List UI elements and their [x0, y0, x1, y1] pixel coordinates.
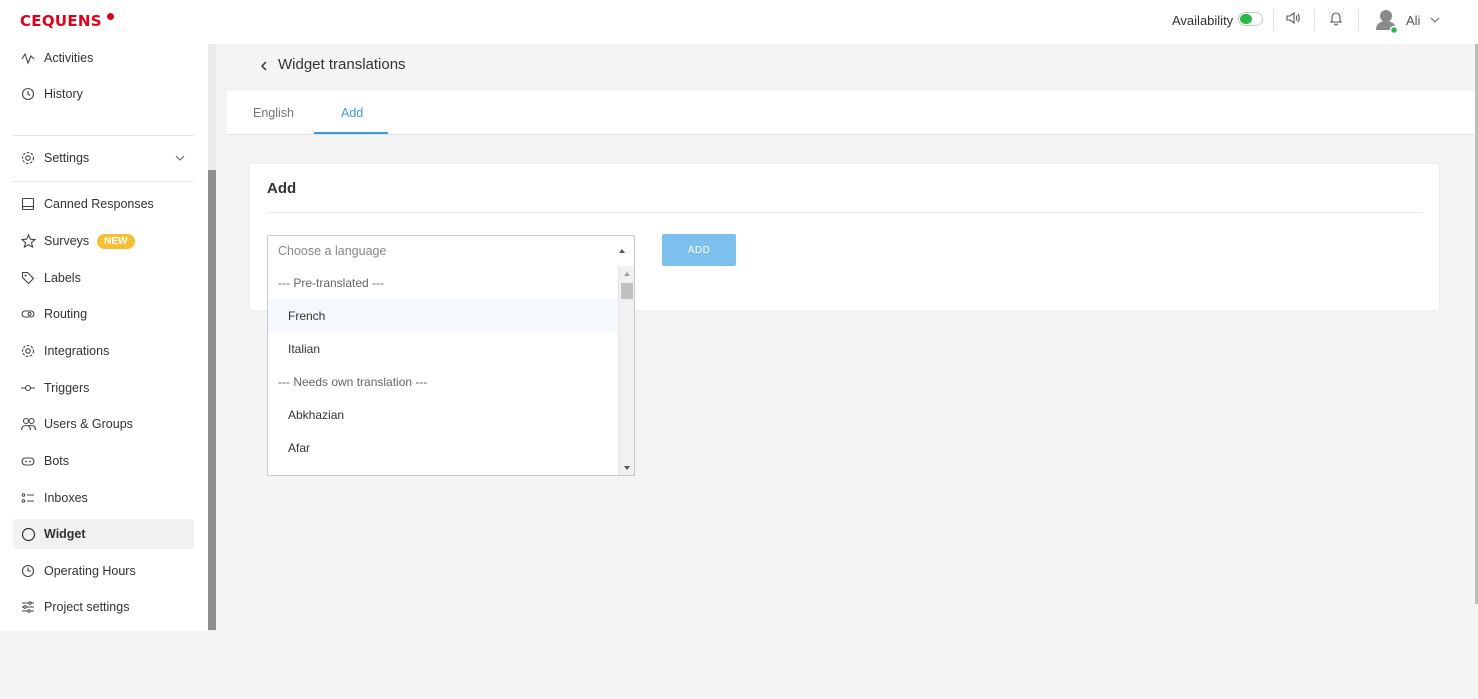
tab-english[interactable]: English — [253, 106, 294, 120]
divider — [1314, 9, 1315, 31]
bell-icon[interactable] — [1328, 10, 1346, 28]
bot-icon — [20, 453, 36, 469]
widget-icon — [20, 526, 36, 542]
sidebar-item-widget[interactable]: Widget — [13, 519, 194, 549]
sidebar-item-label: Inboxes — [44, 491, 88, 505]
add-button[interactable]: ADD — [662, 234, 736, 266]
language-select[interactable]: Choose a language — [267, 235, 635, 267]
sidebar-item-labels[interactable]: Labels — [13, 263, 194, 293]
tab-add[interactable]: Add — [341, 106, 363, 120]
divider — [267, 212, 1422, 213]
sidebar-item-activities[interactable]: Activities — [13, 43, 194, 73]
dropdown-scrollbar-thumb[interactable] — [621, 283, 633, 299]
integrations-icon — [20, 343, 36, 359]
tab-bar — [227, 91, 1475, 135]
language-dropdown: --- Pre-translated --- French Italian --… — [267, 266, 635, 476]
sidebar-item-label: Triggers — [44, 381, 90, 395]
sidebar-item-operating-hours[interactable]: Operating Hours — [13, 556, 194, 586]
sidebar-item-settings[interactable]: Settings — [13, 143, 194, 173]
logo-dot — [107, 13, 114, 20]
sidebar-item-label: Bots — [44, 454, 70, 468]
sidebar-item-routing[interactable]: Routing — [13, 299, 194, 329]
gear-icon — [20, 150, 36, 166]
star-icon — [20, 233, 36, 249]
sidebar-item-label: Labels — [44, 271, 81, 285]
availability-toggle[interactable] — [1238, 12, 1263, 26]
user-name[interactable]: Ali — [1406, 13, 1420, 28]
option-group-needs-translation: --- Needs own translation --- — [278, 374, 428, 389]
sidebar-item-label: Widget — [44, 527, 86, 541]
sidebar-item-label: Surveys — [44, 234, 90, 248]
sidebar-item-label: Routing — [44, 307, 88, 321]
sliders-icon — [20, 599, 36, 615]
option-italian[interactable]: Italian — [268, 332, 619, 365]
scroll-down-icon[interactable] — [624, 466, 630, 470]
page-header: Widget translations — [258, 56, 406, 73]
sidebar-scrollbar-thumb[interactable] — [208, 170, 216, 630]
caret-up-icon — [619, 249, 625, 253]
sidebar-item-project-settings[interactable]: Project settings — [13, 592, 194, 622]
sidebar-item-inboxes[interactable]: Inboxes — [13, 483, 194, 513]
select-placeholder: Choose a language — [278, 244, 387, 258]
sidebar-item-label: Project settings — [44, 600, 130, 614]
new-badge: NEW — [97, 233, 135, 249]
option-afar[interactable]: Afar — [268, 431, 619, 464]
dropdown-scrollbar[interactable] — [618, 266, 634, 475]
divider — [13, 135, 194, 136]
active-tab-indicator — [314, 132, 388, 134]
clock-icon — [20, 563, 36, 579]
divider — [1273, 9, 1274, 31]
chevron-down-icon — [174, 152, 186, 164]
logo[interactable]: CEQUENS — [20, 12, 102, 30]
avatar[interactable] — [1376, 8, 1399, 35]
option-french[interactable]: French — [268, 299, 619, 332]
sidebar-item-triggers[interactable]: Triggers — [13, 373, 194, 403]
sound-icon[interactable] — [1285, 10, 1303, 28]
toggle-fill — [1240, 14, 1252, 24]
activity-icon — [20, 50, 36, 66]
inbox-icon — [20, 490, 36, 506]
sidebar-item-label: Integrations — [44, 344, 110, 358]
sidebar-item-users-groups[interactable]: Users & Groups — [13, 409, 194, 439]
sidebar-item-label: Settings — [44, 151, 90, 165]
divider — [1358, 9, 1359, 31]
page-title: Widget translations — [278, 56, 406, 73]
sidebar-item-label: Operating Hours — [44, 564, 136, 578]
sidebar-item-surveys[interactable]: Surveys NEW — [13, 226, 194, 256]
availability-label: Availability — [1172, 13, 1234, 28]
history-icon — [20, 86, 36, 102]
sidebar-item-bots[interactable]: Bots — [13, 446, 194, 476]
chevron-down-icon[interactable] — [1429, 13, 1441, 25]
card-title: Add — [267, 180, 297, 197]
routing-icon — [20, 306, 36, 322]
tag-icon — [20, 270, 36, 286]
trigger-icon — [20, 380, 36, 396]
option-abkhazian[interactable]: Abkhazian — [268, 398, 619, 431]
top-bar: CEQUENS Availability Ali — [0, 0, 1478, 44]
sidebar-item-label: Activities — [44, 51, 94, 65]
option-group-pre-translated: --- Pre-translated --- — [278, 275, 385, 290]
sidebar-item-integrations[interactable]: Integrations — [13, 336, 194, 366]
sidebar-item-canned-responses[interactable]: Canned Responses — [13, 189, 194, 219]
divider — [13, 181, 194, 182]
sidebar-item-label: Users & Groups — [44, 417, 133, 431]
users-icon — [20, 416, 36, 432]
chevron-left-icon[interactable] — [258, 59, 270, 71]
scroll-up-icon[interactable] — [624, 272, 630, 276]
sidebar-item-label: Canned Responses — [44, 197, 154, 211]
sidebar-item-history[interactable]: History — [13, 79, 194, 109]
sidebar-item-label: History — [44, 87, 83, 101]
note-icon — [20, 196, 36, 212]
